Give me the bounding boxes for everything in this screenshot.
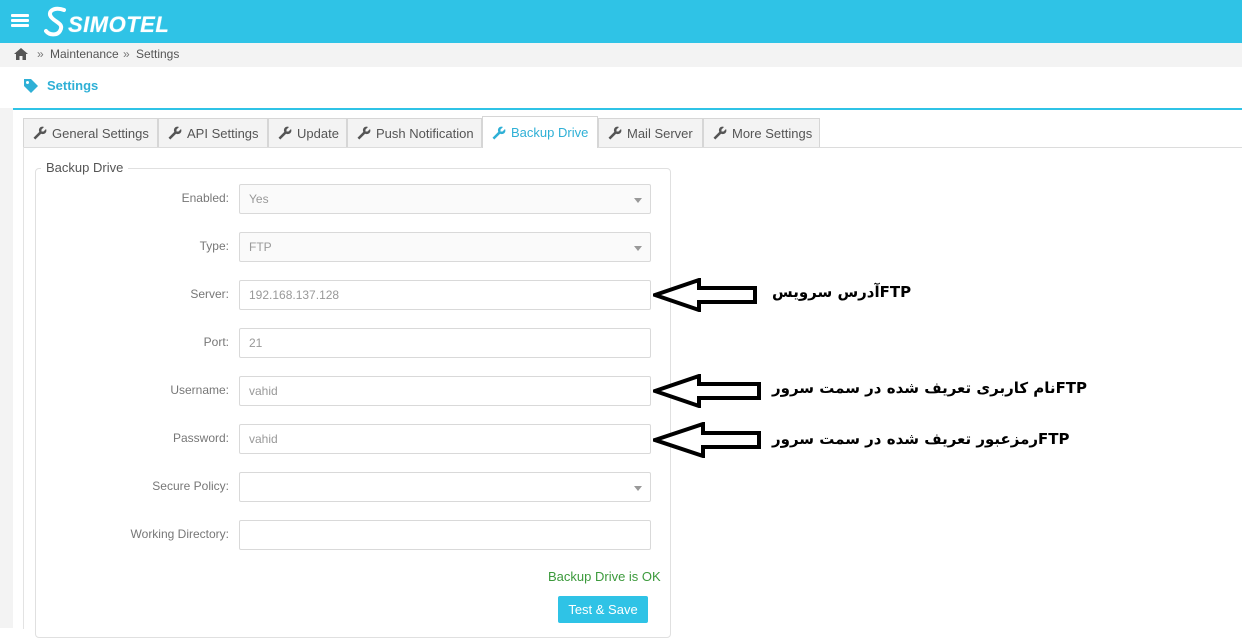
wrench-icon bbox=[713, 126, 727, 140]
chevron-down-icon bbox=[634, 486, 642, 491]
side-gutter bbox=[0, 108, 13, 628]
tab-label: Update bbox=[297, 125, 339, 141]
tab-label: Backup Drive bbox=[511, 125, 589, 140]
home-icon[interactable] bbox=[14, 48, 28, 60]
tab-label: More Settings bbox=[732, 125, 813, 141]
tab-api-settings[interactable]: API Settings bbox=[158, 118, 268, 147]
brand-logo[interactable]: SIMOTEL bbox=[44, 4, 169, 38]
breadcrumb: » Maintenance » Settings bbox=[0, 43, 1242, 67]
wrench-icon bbox=[278, 126, 292, 140]
password-label: Password: bbox=[172, 431, 229, 445]
tab-label: API Settings bbox=[187, 125, 259, 141]
secure-policy-select[interactable] bbox=[239, 472, 651, 502]
tab-label: General Settings bbox=[52, 125, 149, 141]
enabled-select[interactable]: Yes bbox=[239, 184, 651, 214]
enabled-value: Yes bbox=[249, 192, 269, 206]
type-label: Type: bbox=[199, 239, 229, 253]
wrench-icon bbox=[608, 126, 622, 140]
annotation-label: آدرس سرویس bbox=[772, 283, 880, 301]
enabled-label: Enabled: bbox=[181, 191, 229, 205]
password-value: vahid bbox=[249, 432, 278, 446]
wrench-icon bbox=[357, 126, 371, 140]
annotation-label: رمزعبور تعریف شده در سمت سرور bbox=[772, 430, 1039, 448]
server-label: Server: bbox=[190, 287, 229, 301]
page-title: Settings bbox=[47, 78, 99, 93]
working-directory-input[interactable] bbox=[239, 520, 651, 550]
wrench-icon bbox=[168, 126, 182, 140]
left-arrow-icon bbox=[653, 278, 757, 312]
annotation-username: FTPنام کاربری تعریف شده در سمت سرور bbox=[772, 379, 1087, 397]
top-navbar: SIMOTEL bbox=[0, 0, 1242, 43]
page-header: Settings bbox=[13, 68, 1242, 110]
annotation-suffix: FTP bbox=[1038, 430, 1070, 448]
chevron-down-icon bbox=[634, 198, 642, 203]
type-value: FTP bbox=[249, 240, 272, 254]
username-input[interactable]: vahid bbox=[239, 376, 651, 406]
tab-more-settings[interactable]: More Settings bbox=[703, 118, 820, 147]
tag-icon bbox=[24, 79, 38, 93]
username-label: Username: bbox=[170, 383, 229, 397]
tab-push-notification[interactable]: Push Notification bbox=[347, 118, 482, 147]
wrench-icon bbox=[492, 126, 506, 139]
port-input[interactable]: 21 bbox=[239, 328, 651, 358]
port-value: 21 bbox=[249, 336, 263, 350]
port-label: Port: bbox=[203, 335, 229, 349]
left-arrow-icon bbox=[653, 374, 761, 408]
server-value: 192.168.137.128 bbox=[249, 288, 340, 302]
username-value: vahid bbox=[249, 384, 278, 398]
left-arrow-icon bbox=[653, 422, 761, 458]
chevron-down-icon bbox=[634, 246, 642, 251]
tab-update[interactable]: Update bbox=[268, 118, 347, 147]
menu-icon[interactable] bbox=[11, 14, 29, 28]
breadcrumb-settings[interactable]: Settings bbox=[136, 43, 179, 65]
server-input[interactable]: 192.168.137.128 bbox=[239, 280, 651, 310]
type-select[interactable]: FTP bbox=[239, 232, 651, 262]
tab-label: Push Notification bbox=[376, 125, 474, 141]
breadcrumb-separator: » bbox=[37, 47, 44, 61]
tab-mail-server[interactable]: Mail Server bbox=[598, 118, 703, 147]
password-input[interactable]: vahid bbox=[239, 424, 651, 454]
annotation-suffix: FTP bbox=[1055, 379, 1088, 397]
annotation-password: FTPرمزعبور تعریف شده در سمت سرور bbox=[772, 430, 1070, 448]
test-and-save-button[interactable]: Test & Save bbox=[558, 596, 648, 623]
annotation-server: FTPآدرس سرویس bbox=[772, 283, 911, 301]
breadcrumb-separator: » bbox=[123, 47, 130, 61]
tab-general-settings[interactable]: General Settings bbox=[23, 118, 158, 147]
logo-icon bbox=[44, 6, 66, 37]
tab-label: Mail Server bbox=[627, 125, 693, 141]
status-message: Backup Drive is OK bbox=[548, 569, 661, 584]
annotation-suffix: FTP bbox=[879, 283, 912, 301]
tab-backup-drive[interactable]: Backup Drive bbox=[482, 116, 598, 148]
working-directory-label: Working Directory: bbox=[130, 527, 229, 541]
secure-policy-label: Secure Policy: bbox=[152, 479, 229, 493]
annotation-label: نام کاربری تعریف شده در سمت سرور bbox=[772, 379, 1056, 397]
fieldset-legend: Backup Drive bbox=[41, 160, 129, 175]
wrench-icon bbox=[33, 126, 47, 140]
breadcrumb-maintenance[interactable]: Maintenance bbox=[50, 43, 119, 65]
